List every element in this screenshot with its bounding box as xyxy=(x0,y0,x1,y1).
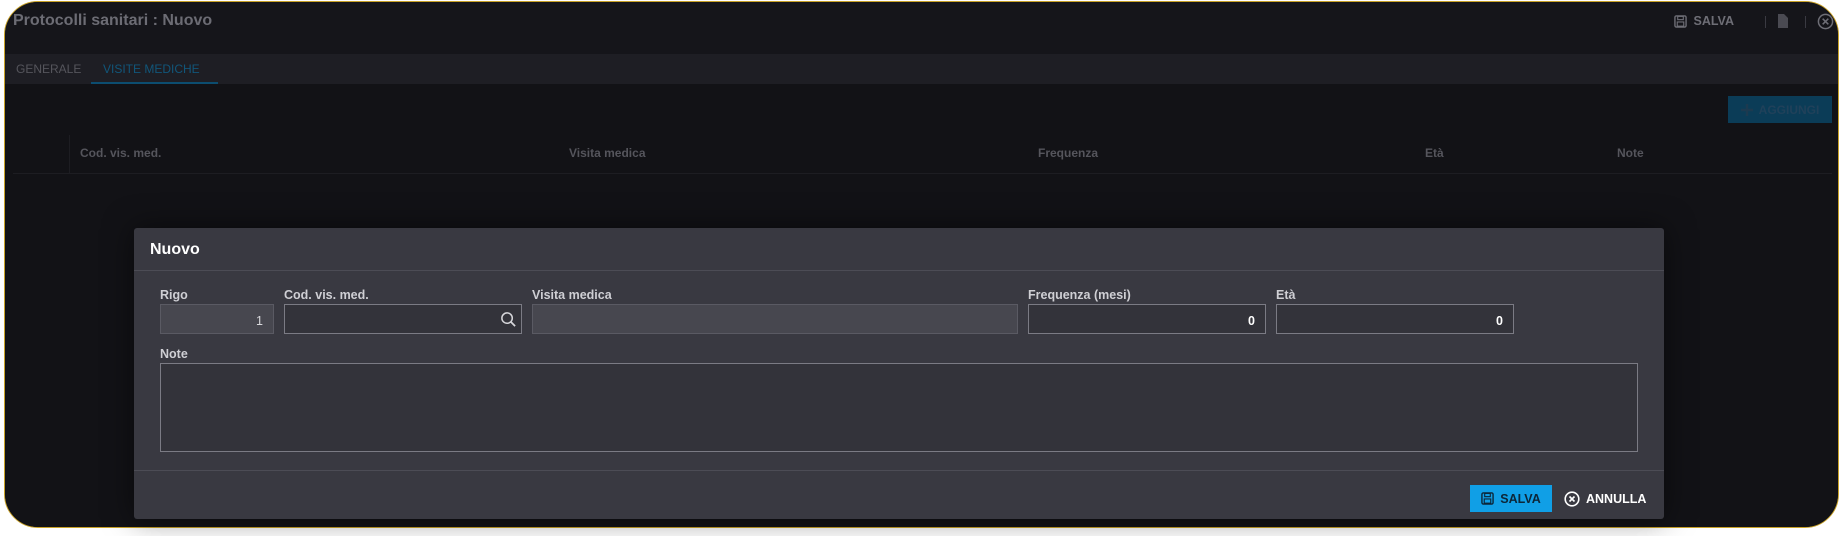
grid-header: Cod. vis. med. Visita medica Frequenza E… xyxy=(13,135,1832,174)
save-icon xyxy=(1481,492,1495,505)
column-visita-medica[interactable]: Visita medica xyxy=(569,146,646,160)
cod-vis-med-label: Cod. vis. med. xyxy=(284,288,369,302)
rigo-field: 1 xyxy=(160,304,274,334)
save-button-label: SALVA xyxy=(1500,491,1541,506)
toolbar-save-label: SALVA xyxy=(1693,14,1734,28)
page-title: Protocolli sanitari : Nuovo xyxy=(13,12,213,29)
save-button[interactable]: SALVA xyxy=(1470,485,1552,512)
search-icon[interactable] xyxy=(500,311,517,328)
rigo-label: Rigo xyxy=(160,288,188,302)
column-frequenza[interactable]: Frequenza xyxy=(1038,146,1098,160)
add-button[interactable]: AGGIUNGI xyxy=(1728,96,1832,123)
frequenza-label: Frequenza (mesi) xyxy=(1028,288,1131,302)
tab-visite-mediche[interactable]: VISITE MEDICHE xyxy=(103,62,200,76)
cod-vis-med-input[interactable] xyxy=(284,304,522,334)
note-label: Note xyxy=(160,347,188,361)
note-textarea[interactable] xyxy=(160,363,1638,452)
grid-selection-column xyxy=(69,135,70,173)
close-circle-icon[interactable] xyxy=(1817,13,1834,30)
tab-bar: GENERALE VISITE MEDICHE xyxy=(5,54,1838,84)
save-icon xyxy=(1674,14,1688,28)
toolbar-divider xyxy=(1765,16,1766,28)
plus-icon xyxy=(1740,103,1753,116)
dialog-title: Nuovo xyxy=(150,241,200,258)
frequenza-input[interactable]: 0 xyxy=(1028,304,1266,334)
visita-medica-field xyxy=(532,304,1018,334)
title-bar: Protocolli sanitari : Nuovo SALVA xyxy=(5,2,1838,54)
cancel-button-label: ANNULLA xyxy=(1586,491,1647,506)
column-eta[interactable]: Età xyxy=(1425,146,1444,160)
eta-label: Età xyxy=(1276,288,1296,302)
add-button-label: AGGIUNGI xyxy=(1758,102,1820,117)
visita-medica-label: Visita medica xyxy=(532,288,612,302)
eta-input[interactable]: 0 xyxy=(1276,304,1514,334)
column-cod-vis-med[interactable]: Cod. vis. med. xyxy=(80,146,161,160)
dialog-header-divider xyxy=(134,270,1664,271)
cancel-icon xyxy=(1564,490,1580,507)
document-icon[interactable] xyxy=(1776,13,1790,29)
toolbar-save-button[interactable]: SALVA xyxy=(1674,14,1734,28)
toolbar-divider xyxy=(1805,16,1806,28)
new-dialog: Nuovo Rigo 1 Cod. vis. med. Visita medic… xyxy=(134,228,1664,519)
dialog-footer-divider xyxy=(134,470,1664,471)
cancel-button[interactable]: ANNULLA xyxy=(1564,485,1646,512)
tab-generale[interactable]: GENERALE xyxy=(16,62,81,76)
column-note[interactable]: Note xyxy=(1617,146,1644,160)
